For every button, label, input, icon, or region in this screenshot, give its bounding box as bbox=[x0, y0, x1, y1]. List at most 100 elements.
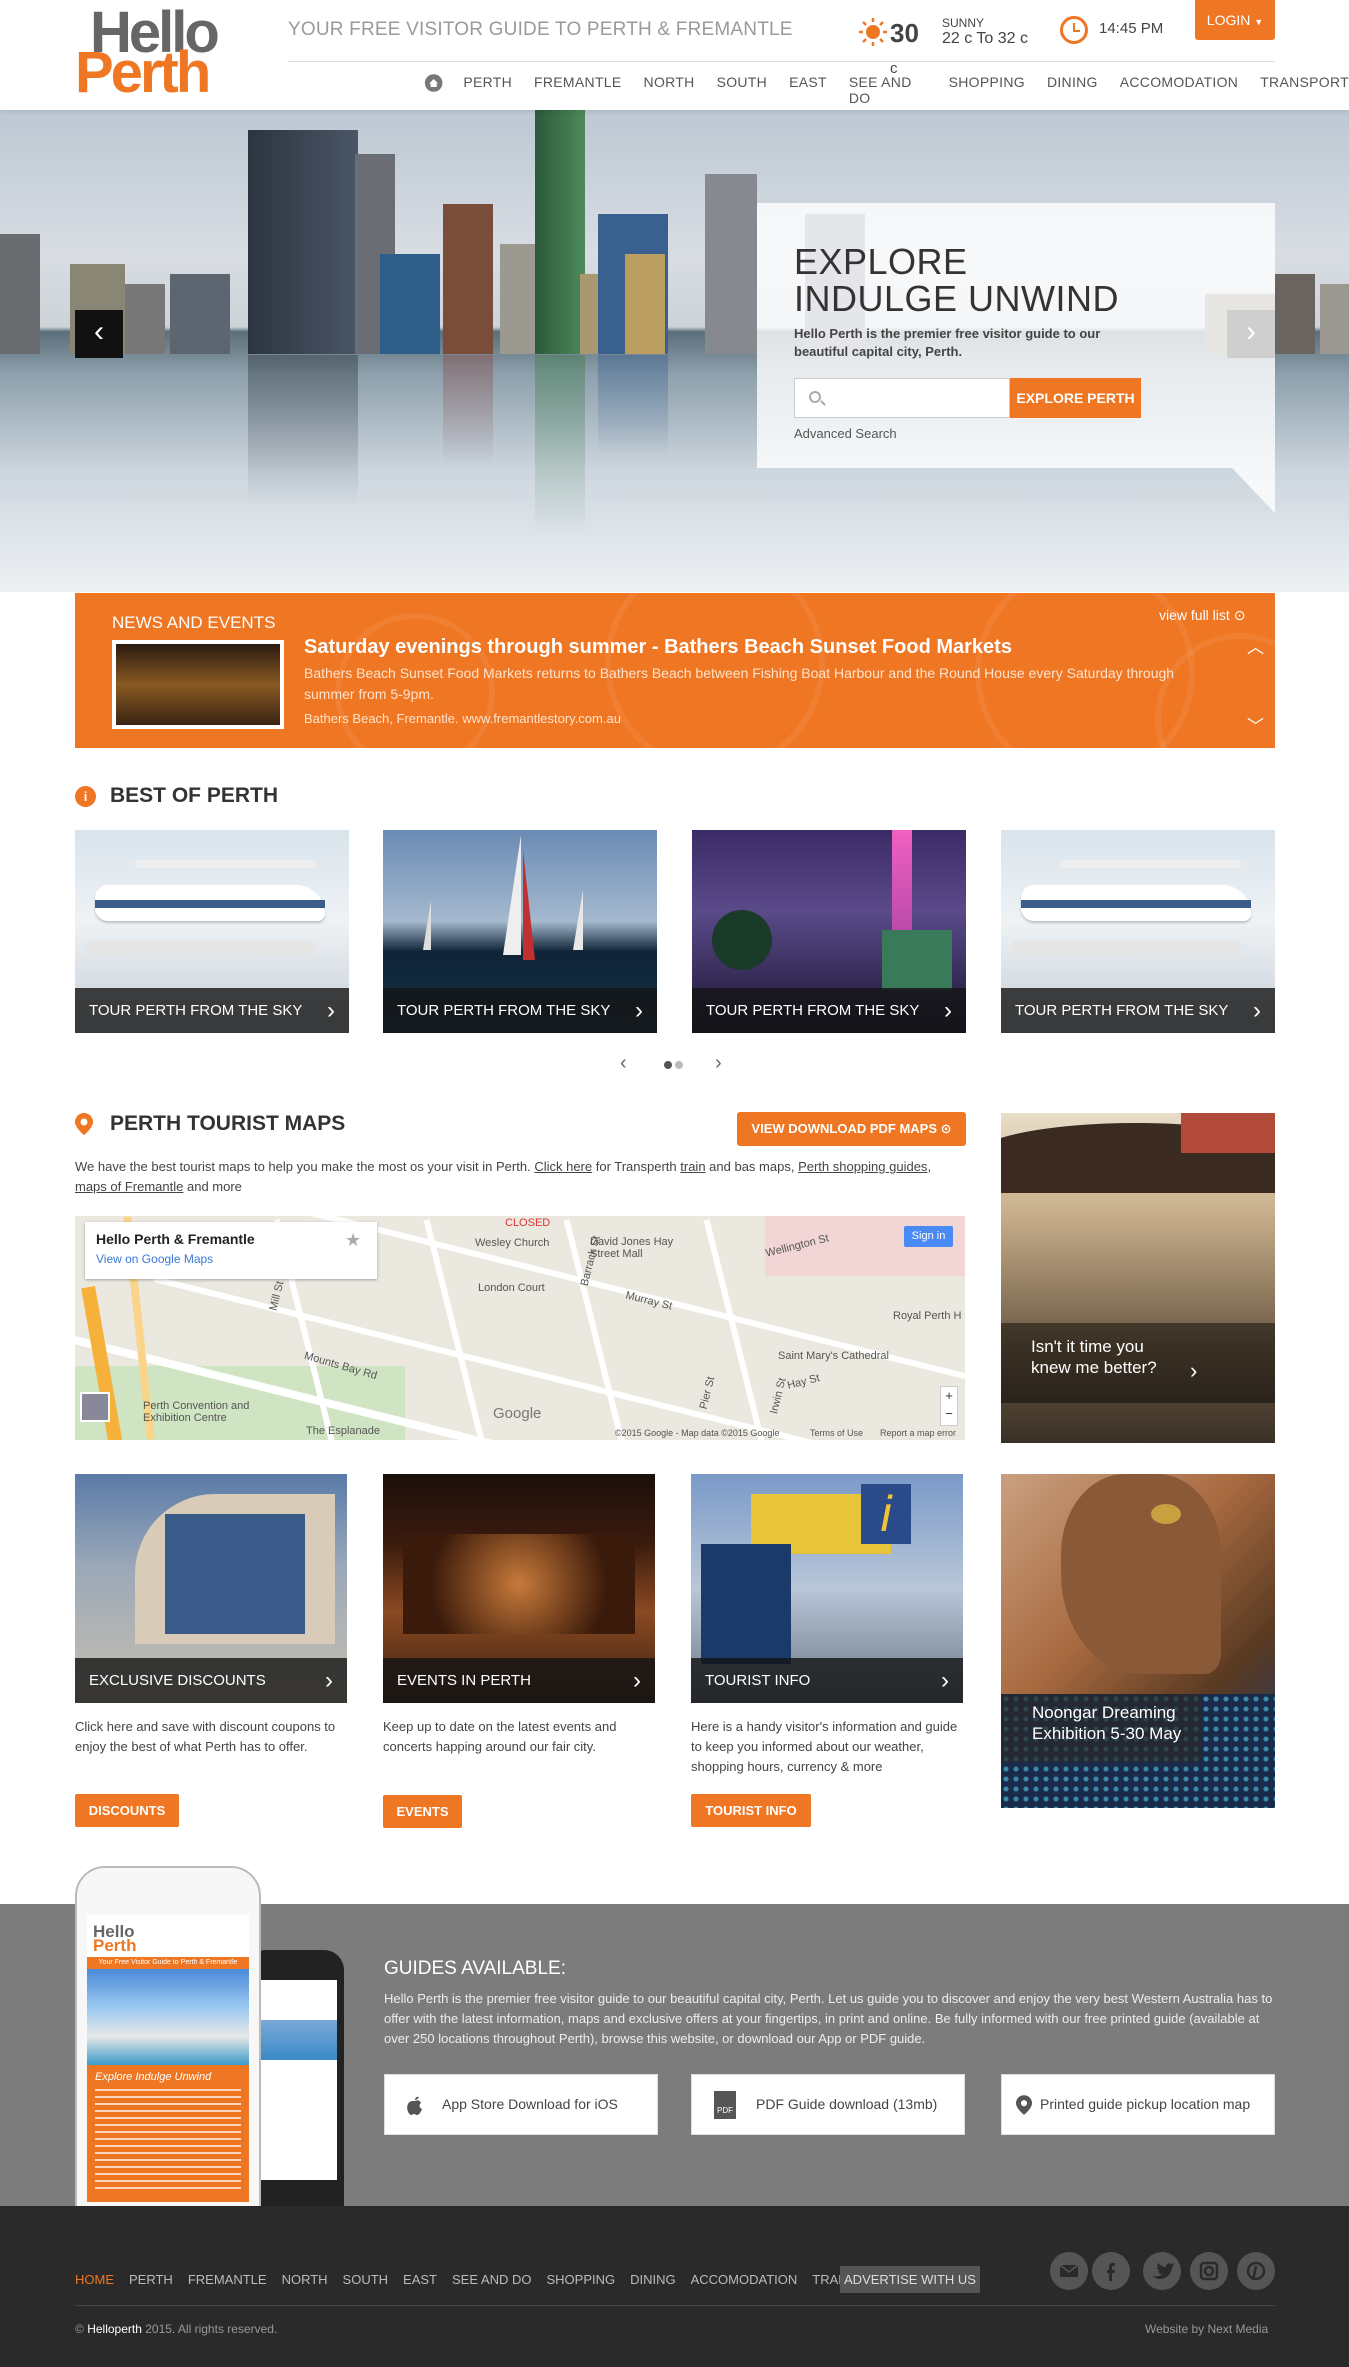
map-satellite-toggle[interactable] bbox=[80, 1392, 110, 1422]
login-label: LOGIN bbox=[1206, 12, 1251, 28]
chevron-down-icon[interactable]: ﹀ bbox=[1247, 712, 1264, 737]
map-report-link[interactable]: Report a map error bbox=[880, 1428, 956, 1438]
map-sign-in-button[interactable]: Sign in bbox=[904, 1226, 953, 1247]
map-road bbox=[703, 1219, 773, 1440]
download-pdf-maps-button[interactable]: VIEW DOWNLOAD PDF MAPS ⊙ bbox=[737, 1112, 966, 1146]
click-here-link[interactable]: Click here bbox=[534, 1159, 592, 1174]
google-logo: Google bbox=[493, 1405, 542, 1422]
events-button[interactable]: EVENTS bbox=[383, 1795, 462, 1828]
pdf-guide-label: PDF Guide download (13mb) bbox=[756, 2096, 938, 2112]
map-label: The Esplanade bbox=[306, 1425, 380, 1437]
side-photo-caption[interactable]: Isn't it time you knew me better? bbox=[1031, 1336, 1171, 1378]
news-thumbnail[interactable] bbox=[112, 640, 284, 729]
view-on-google-maps-link[interactable]: View on Google Maps bbox=[96, 1252, 213, 1266]
search-input[interactable] bbox=[794, 378, 1010, 418]
nav-dining[interactable]: DINING bbox=[1047, 74, 1098, 106]
best-card[interactable]: TOUR PERTH FROM THE SKY › bbox=[75, 830, 349, 1033]
email-icon[interactable] bbox=[1050, 2252, 1088, 2290]
nav-perth[interactable]: PERTH bbox=[463, 74, 512, 106]
phone-logo-perth: Perth bbox=[93, 1936, 137, 1955]
footer-nav-shopping[interactable]: SHOPPING bbox=[546, 2272, 615, 2287]
nav-north[interactable]: NORTH bbox=[644, 74, 695, 106]
pinterest-icon[interactable] bbox=[1237, 2252, 1275, 2290]
carousel-dot[interactable] bbox=[675, 1061, 683, 1069]
map-zoom-control[interactable]: + − bbox=[940, 1386, 958, 1426]
facebook-icon[interactable] bbox=[1092, 2252, 1130, 2290]
chevron-up-icon[interactable]: ︿ bbox=[1247, 633, 1264, 658]
noongar-caption[interactable]: Noongar Dreaming Exhibition 5-30 May bbox=[1032, 1702, 1202, 1744]
nav-accomodation[interactable]: ACCOMODATION bbox=[1120, 74, 1238, 106]
footer-nav-north[interactable]: NORTH bbox=[282, 2272, 328, 2287]
printed-guide-button[interactable]: Printed guide pickup location map bbox=[1001, 2074, 1275, 2135]
copyright-suffix: 2015. All rights reserved. bbox=[141, 2322, 278, 2336]
nav-fremantle[interactable]: FREMANTLE bbox=[534, 74, 622, 106]
login-button[interactable]: LOGIN ▼ bbox=[1195, 0, 1275, 40]
star-icon[interactable]: ★ bbox=[345, 1230, 361, 1251]
carousel-next-icon[interactable]: › bbox=[715, 1052, 722, 1075]
map-closed-label: CLOSED bbox=[505, 1217, 551, 1229]
nav-transport[interactable]: TRANSPORT bbox=[1260, 74, 1349, 106]
hero-prev-button[interactable]: ‹ bbox=[75, 310, 123, 358]
view-full-list-link[interactable]: view full list ⊙ bbox=[1159, 607, 1245, 624]
pdf-guide-button[interactable]: PDF PDF Guide download (13mb) bbox=[691, 2074, 965, 2135]
seaplane-wing bbox=[135, 860, 315, 868]
explore-perth-button[interactable]: EXPLORE PERTH bbox=[1010, 378, 1141, 418]
search-icon bbox=[809, 391, 821, 403]
sail bbox=[573, 890, 583, 950]
noongar-photo[interactable] bbox=[1001, 1474, 1275, 1808]
footer-nav-dining[interactable]: DINING bbox=[630, 2272, 676, 2287]
nav-south[interactable]: SOUTH bbox=[717, 74, 768, 106]
map-attribution: ©2015 Google - Map data ©2015 Google bbox=[615, 1428, 780, 1438]
footer-nav-fremantle[interactable]: FREMANTLE bbox=[188, 2272, 267, 2287]
feature-card-caption: EVENTS IN PERTH › bbox=[383, 1658, 655, 1703]
tourist-info-button[interactable]: TOURIST INFO bbox=[691, 1794, 811, 1827]
carousel-dot-active[interactable] bbox=[664, 1061, 672, 1069]
best-card[interactable]: TOUR PERTH FROM THE SKY › bbox=[383, 830, 657, 1033]
site-credit[interactable]: Website by Next Media bbox=[1145, 2322, 1268, 2336]
phone-screen: Hello Perth Your Free Visitor Guide to Pe… bbox=[87, 1915, 249, 2202]
nav-east[interactable]: EAST bbox=[789, 74, 827, 106]
instagram-icon[interactable] bbox=[1190, 2252, 1228, 2290]
map-terms-link[interactable]: Terms of Use bbox=[810, 1428, 863, 1438]
fremantle-maps-link[interactable]: maps of Fremantle bbox=[75, 1179, 183, 1194]
temperature-value: 30 bbox=[890, 18, 919, 48]
home-icon[interactable] bbox=[424, 72, 443, 94]
download-pdf-maps-label: VIEW DOWNLOAD PDF MAPS bbox=[751, 1121, 938, 1136]
feature-card-tourist-info[interactable]: i TOURIST INFO › bbox=[691, 1474, 963, 1703]
nav-see-and-do[interactable]: SEE AND DO bbox=[849, 74, 927, 106]
train-link[interactable]: train bbox=[680, 1159, 705, 1174]
copyright-brand[interactable]: Helloperth bbox=[87, 2322, 142, 2336]
footer-nav-home[interactable]: HOME bbox=[75, 2272, 114, 2287]
shopping-guides-link[interactable]: Perth shopping guides bbox=[798, 1159, 927, 1174]
carousel-prev-icon[interactable]: ‹ bbox=[620, 1052, 627, 1075]
advertise-button[interactable]: ADVERTISE WITH US bbox=[840, 2266, 980, 2293]
footer-nav-east[interactable]: EAST bbox=[403, 2272, 437, 2287]
footer-nav-perth[interactable]: PERTH bbox=[129, 2272, 173, 2287]
ring bbox=[1151, 1504, 1181, 1524]
feature-card-events[interactable]: EVENTS IN PERTH › bbox=[383, 1474, 655, 1703]
feature-card-discounts[interactable]: EXCLUSIVE DISCOUNTS › bbox=[75, 1474, 347, 1703]
palm-tree bbox=[712, 910, 772, 970]
app-store-button[interactable]: App Store Download for iOS bbox=[384, 2074, 658, 2135]
search-field[interactable] bbox=[831, 385, 1001, 411]
footer-nav-accomodation[interactable]: ACCOMODATION bbox=[691, 2272, 798, 2287]
discounts-button[interactable]: DISCOUNTS bbox=[75, 1794, 179, 1827]
chevron-right-icon: › bbox=[635, 997, 643, 1024]
logo-perth[interactable]: Perth bbox=[75, 44, 211, 102]
circle-arrow-icon: ⊙ bbox=[940, 1121, 952, 1136]
footer-nav-see-and-do[interactable]: SEE AND DO bbox=[452, 2272, 531, 2287]
advanced-search-link[interactable]: Advanced Search bbox=[794, 426, 897, 441]
map-label: Saint Mary's Cathedral bbox=[778, 1350, 889, 1362]
phone-mockup: Hello Perth Your Free Visitor Guide to Pe… bbox=[75, 1866, 261, 2247]
chevron-right-icon: › bbox=[633, 1667, 641, 1694]
nav-shopping[interactable]: SHOPPING bbox=[949, 74, 1025, 106]
seaplane-wing bbox=[1061, 860, 1241, 868]
phone-hero-image bbox=[87, 1969, 249, 2065]
news-title[interactable]: Saturday evenings through summer - Bathe… bbox=[304, 636, 1012, 659]
footer-nav-south[interactable]: SOUTH bbox=[343, 2272, 389, 2287]
street-photo[interactable] bbox=[1001, 1113, 1275, 1443]
best-card[interactable]: TOUR PERTH FROM THE SKY › bbox=[1001, 830, 1275, 1033]
best-card-label: TOUR PERTH FROM THE SKY bbox=[397, 1002, 611, 1019]
best-card[interactable]: TOUR PERTH FROM THE SKY › bbox=[692, 830, 966, 1033]
twitter-icon[interactable] bbox=[1143, 2252, 1181, 2290]
